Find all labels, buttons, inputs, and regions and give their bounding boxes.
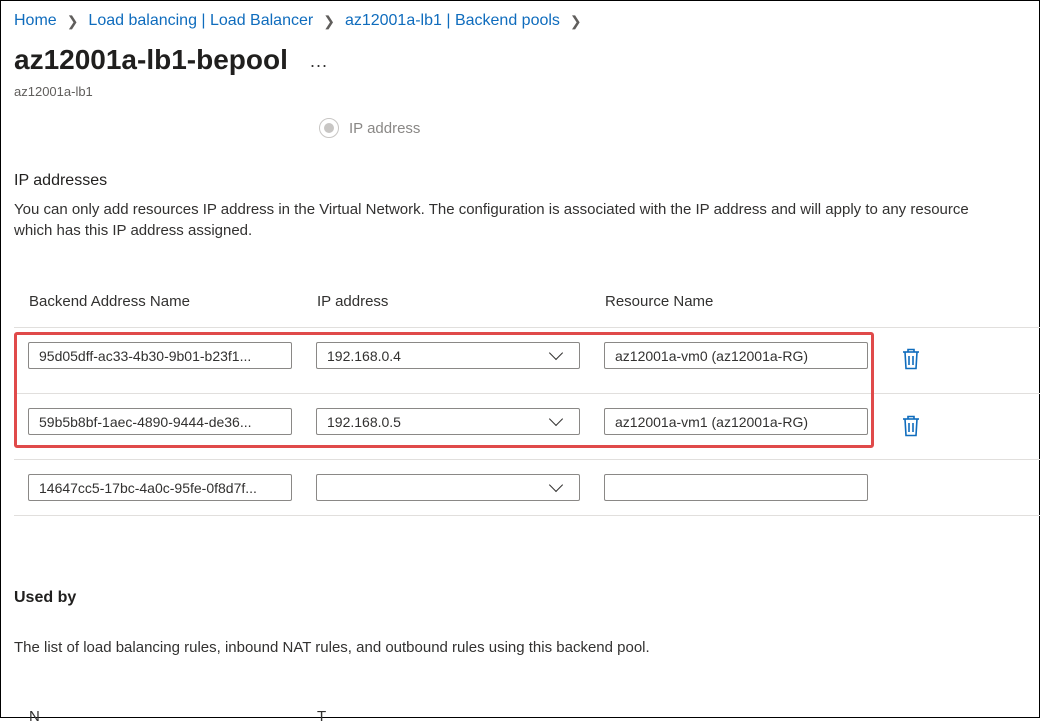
ip-addresses-description: You can only add resources IP address in… (14, 201, 969, 239)
breadcrumb-backend-pools[interactable]: az12001a-lb1 | Backend pools (345, 12, 560, 30)
ip-addresses-heading: IP addresses (14, 172, 108, 189)
radio-icon (319, 118, 339, 138)
backend-address-name-input[interactable]: 14647cc5-17bc-4a0c-95fe-0f8d7f... (28, 474, 292, 501)
breadcrumb-home[interactable]: Home (14, 12, 57, 30)
header-resource-name: Resource Name (605, 293, 714, 310)
used-by-heading: Used by (14, 589, 77, 606)
ip-address-radio[interactable]: IP address (319, 118, 420, 138)
chevron-down-icon (548, 477, 564, 492)
breadcrumb-load-balancing[interactable]: Load balancing | Load Balancer (88, 12, 313, 30)
highlight-box (14, 332, 874, 448)
resource-name-input[interactable] (604, 474, 868, 501)
chevron-right-icon: ❯ (569, 12, 582, 29)
header-backend-address-name: Backend Address Name (29, 293, 190, 310)
used-by-header-type: T (317, 708, 327, 725)
chevron-right-icon: ❯ (66, 12, 79, 29)
header-ip-address: IP address (317, 293, 389, 310)
breadcrumb: Home ❯ Load balancing | Load Balancer ❯ … (14, 12, 592, 30)
used-by-header-name: N (29, 708, 40, 725)
radio-label: IP address (349, 119, 421, 137)
delete-icon[interactable] (902, 348, 920, 370)
row-divider (14, 327, 1040, 328)
row-divider (14, 515, 1040, 516)
delete-icon[interactable] (902, 415, 920, 437)
ip-address-select[interactable] (316, 474, 580, 501)
used-by-description: The list of load balancing rules, inboun… (14, 639, 650, 656)
page-title: az12001a-lb1-bepool (14, 44, 288, 75)
chevron-right-icon: ❯ (323, 12, 335, 29)
more-options-button[interactable]: ... (310, 51, 328, 72)
page-subtitle: az12001a-lb1 (14, 84, 93, 99)
row-divider (14, 459, 1040, 460)
